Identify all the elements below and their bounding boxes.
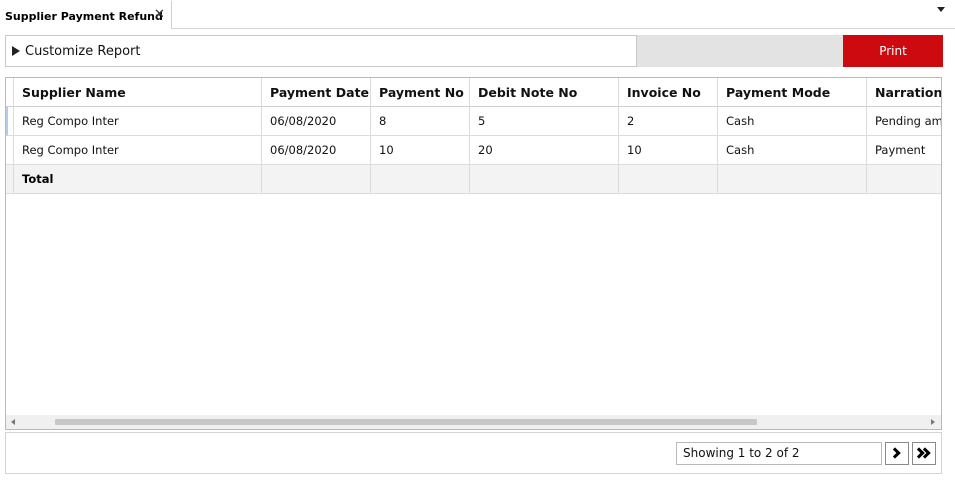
scrollbar-thumb[interactable] [55,419,757,425]
horizontal-scrollbar[interactable] [6,415,941,429]
tab-supplier-payment-refund[interactable]: Supplier Payment Refund ✕ [0,0,172,29]
column-header-payment-no[interactable]: Payment No [371,78,470,107]
report-grid: Supplier Name Payment Date Payment No De… [5,77,942,430]
cell-payment-no[interactable]: 10 [371,136,470,165]
cell-payment-no[interactable]: 8 [371,107,470,136]
customize-report-toggle[interactable]: Customize Report [5,35,637,67]
last-page-button[interactable] [912,442,936,465]
grid-footer: Showing 1 to 2 of 2 [5,432,942,474]
cell-payment-mode[interactable]: Cash [718,107,867,136]
table-row[interactable]: Reg Compo Inter 06/08/2020 8 5 2 Cash Pe… [6,107,941,136]
scroll-left-icon[interactable] [11,419,15,425]
chevron-right-icon [889,447,901,459]
table-row[interactable]: Reg Compo Inter 06/08/2020 10 20 10 Cash… [6,136,941,165]
column-header-narration[interactable]: Narration [867,78,941,107]
total-cell [619,165,718,194]
tab-title: Supplier Payment Refund [5,10,163,23]
close-icon[interactable]: ✕ [154,7,165,23]
toolbar-spacer [637,35,843,67]
chevron-down-icon[interactable] [937,7,945,12]
row-indicator-header [6,78,14,107]
cell-supplier-name[interactable]: Reg Compo Inter [14,107,262,136]
total-cell [470,165,619,194]
row-indicator [6,107,14,136]
total-row: Total [6,165,941,194]
column-header-debit-note-no[interactable]: Debit Note No [470,78,619,107]
cell-debit-note-no[interactable]: 5 [470,107,619,136]
pager-status: Showing 1 to 2 of 2 [676,442,882,465]
cell-payment-mode[interactable]: Cash [718,136,867,165]
cell-narration[interactable]: Pending amount [867,107,941,136]
print-button[interactable]: Print [843,35,943,67]
total-label: Total [14,165,262,194]
tab-strip: Supplier Payment Refund ✕ [0,0,955,29]
next-page-button[interactable] [885,442,909,465]
cell-invoice-no[interactable]: 10 [619,136,718,165]
column-header-invoice-no[interactable]: Invoice No [619,78,718,107]
column-header-payment-date[interactable]: Payment Date [262,78,371,107]
cell-payment-date[interactable]: 06/08/2020 [262,107,371,136]
cell-payment-date[interactable]: 06/08/2020 [262,136,371,165]
total-cell [262,165,371,194]
total-cell [371,165,470,194]
total-cell [718,165,867,194]
column-header-supplier-name[interactable]: Supplier Name [14,78,262,107]
customize-report-label: Customize Report [25,44,141,59]
total-cell [867,165,941,194]
triangle-right-icon [12,46,20,56]
column-header-payment-mode[interactable]: Payment Mode [718,78,867,107]
scroll-right-icon[interactable] [931,419,935,425]
grid-header-row: Supplier Name Payment Date Payment No De… [6,78,941,107]
cell-invoice-no[interactable]: 2 [619,107,718,136]
row-indicator [6,136,14,165]
row-indicator-total [6,165,14,194]
cell-debit-note-no[interactable]: 20 [470,136,619,165]
cell-supplier-name[interactable]: Reg Compo Inter [14,136,262,165]
cell-narration[interactable]: Payment [867,136,941,165]
